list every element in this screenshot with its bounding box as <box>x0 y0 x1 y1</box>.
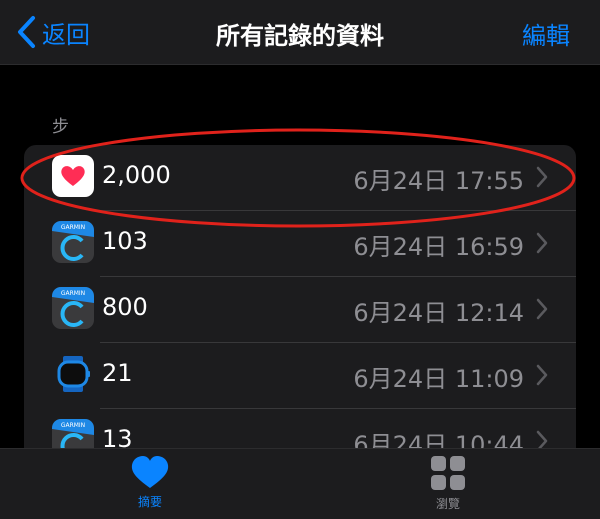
record-date: 6月24日 17:55 <box>353 167 524 195</box>
edit-button[interactable]: 編輯 <box>522 16 570 51</box>
chevron-right-icon <box>536 364 548 386</box>
navigation-bar: 返回 所有記錄的資料 編輯 <box>0 0 600 65</box>
garmin-connect-icon: GARMIN <box>52 419 94 448</box>
record-date: 6月24日 12:14 <box>353 299 524 327</box>
tab-browse[interactable]: 瀏覽 <box>408 455 488 512</box>
grid-icon <box>431 456 465 490</box>
chevron-right-icon <box>536 232 548 254</box>
garmin-brand-text: GARMIN <box>61 422 85 429</box>
record-date: 6月24日 16:59 <box>353 233 524 261</box>
garmin-connect-icon: GARMIN <box>52 287 94 329</box>
record-value: 103 <box>102 227 148 255</box>
heart-icon <box>131 456 169 488</box>
list-item[interactable]: 21 6月24日 11:09 <box>24 343 576 409</box>
garmin-brand-text: GARMIN <box>61 224 85 231</box>
tab-label: 摘要 <box>137 495 162 509</box>
record-date: 6月24日 11:09 <box>353 365 524 393</box>
list-item[interactable]: 2,000 6月24日 17:55 <box>24 145 576 211</box>
chevron-right-icon <box>536 430 548 448</box>
health-app-icon <box>52 155 94 197</box>
tab-label: 瀏覽 <box>435 497 460 511</box>
records-list: 2,000 6月24日 17:55 GARMIN 103 6月24日 16:59 <box>24 145 576 448</box>
list-item[interactable]: GARMIN 13 6月24日 10:44 <box>24 409 576 448</box>
watch-icon <box>52 353 94 395</box>
page-title: 所有記錄的資料 <box>216 22 384 50</box>
garmin-connect-icon: GARMIN <box>52 221 94 263</box>
record-date: 6月24日 10:44 <box>353 431 524 448</box>
record-value: 800 <box>102 293 148 321</box>
list-item[interactable]: GARMIN 103 6月24日 16:59 <box>24 211 576 277</box>
garmin-brand-text: GARMIN <box>61 290 85 297</box>
list-item[interactable]: GARMIN 800 6月24日 12:14 <box>24 277 576 343</box>
record-value: 13 <box>102 425 133 448</box>
tab-summary[interactable]: 摘要 <box>110 455 190 510</box>
record-value: 21 <box>102 359 133 387</box>
tab-bar: 摘要 瀏覽 <box>0 448 600 519</box>
record-value: 2,000 <box>102 161 171 189</box>
chevron-right-icon <box>536 166 548 188</box>
chevron-right-icon <box>536 298 548 320</box>
section-header-steps: 步 <box>52 117 69 137</box>
